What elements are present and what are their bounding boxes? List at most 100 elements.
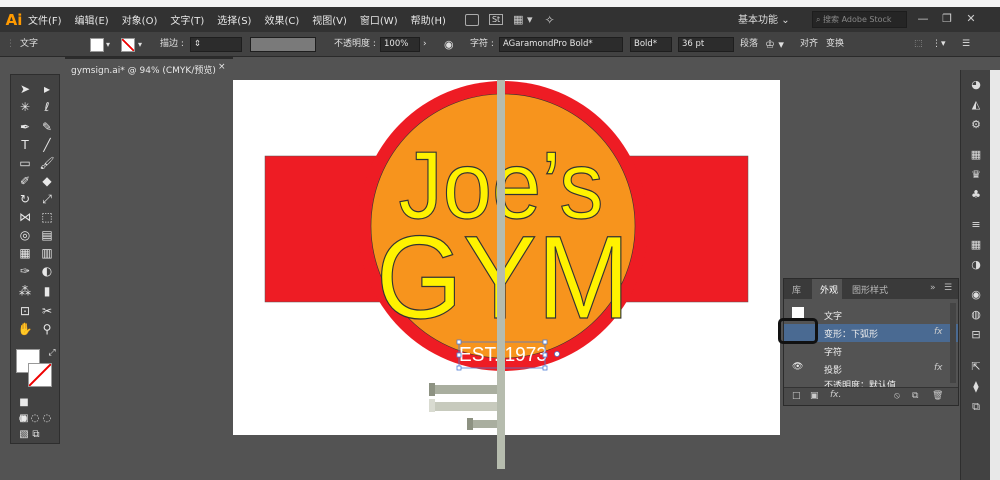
menu-window[interactable]: 窗口(W) — [360, 12, 398, 27]
clear-appearance-icon[interactable]: ⦸ — [894, 391, 900, 401]
sign-pole[interactable] — [497, 80, 505, 469]
restore-icon[interactable]: ❐ — [940, 12, 954, 26]
stock-search-input[interactable]: ⌕ 搜索 Adobe Stock — [812, 11, 907, 28]
align-label[interactable]: 对齐 — [800, 37, 818, 52]
gpu-performance-icon[interactable]: ✧ — [545, 13, 555, 27]
mesh-tool-icon[interactable]: ▦ — [16, 245, 34, 261]
eraser-icon[interactable]: ◆ — [38, 173, 56, 189]
menu-help[interactable]: 帮助(H) — [411, 12, 446, 27]
add-fill-icon[interactable]: ▣ — [810, 391, 819, 401]
shaper-tool-icon[interactable]: ✐ — [16, 173, 34, 189]
artboards-icon[interactable]: ⧉ — [969, 400, 983, 414]
eyedropper-icon[interactable]: ✑ — [16, 263, 34, 279]
sign-board-middle-cap[interactable] — [429, 399, 435, 412]
duplicate-item-icon[interactable]: ⧉ — [912, 391, 918, 401]
stroke-panel-icon[interactable]: ≡ — [969, 218, 983, 232]
transform-label[interactable]: 变换 — [826, 37, 844, 52]
stroke-swatch[interactable] — [121, 38, 135, 52]
gradient-panel-icon[interactable]: ▦ — [969, 238, 983, 252]
tab-graphic-styles[interactable]: 图形样式 — [852, 283, 888, 296]
fx-icon[interactable]: fx — [934, 327, 943, 337]
document-tab[interactable]: gymsign.ai* @ 94% (CMYK/预览) × — [65, 57, 233, 77]
menu-file[interactable]: 文件(F) — [28, 12, 62, 27]
chevron-right-icon[interactable]: › — [423, 37, 427, 52]
panel-menu-icon[interactable]: ☰ — [944, 283, 952, 293]
panel-scrollbar[interactable] — [950, 303, 956, 383]
menu-type[interactable]: 文字(T) — [170, 12, 204, 27]
color-guide-icon[interactable]: ◭ — [969, 98, 983, 112]
transparency-icon[interactable]: ◑ — [969, 258, 983, 272]
menu-effect[interactable]: 效果(C) — [264, 12, 299, 27]
minimize-icon[interactable]: — — [916, 12, 930, 26]
pen-tool-icon[interactable]: ✒ — [16, 119, 34, 135]
chevron-down-icon[interactable]: ▾ — [106, 37, 110, 52]
isolate-icon[interactable]: ⬚ — [914, 37, 923, 52]
sign-board-bottom-cap[interactable] — [467, 418, 473, 430]
layers-icon[interactable]: ⊟ — [969, 328, 983, 342]
stroke-label[interactable]: 描边 : — [160, 37, 184, 52]
scale-tool-icon[interactable]: ⤢ — [38, 191, 56, 207]
bridge-icon[interactable] — [464, 13, 479, 26]
close-tab-icon[interactable]: × — [218, 62, 226, 72]
menu-icon[interactable]: ☰ — [962, 37, 970, 52]
artboard-tool-icon[interactable]: ⊡ — [16, 303, 34, 319]
selection-tool-icon[interactable]: ➤ — [16, 81, 34, 97]
graphic-styles-icon[interactable]: ◍ — [969, 308, 983, 322]
column-graph-icon[interactable]: ▮ — [38, 283, 56, 299]
window-scrollbar[interactable] — [990, 70, 1000, 480]
swap-fill-stroke-icon[interactable]: ⤢ — [43, 345, 61, 361]
add-effect-icon[interactable]: fx. — [830, 390, 841, 400]
paintbrush-icon[interactable]: 🖌 — [38, 155, 56, 171]
menu-view[interactable]: 视图(V) — [312, 12, 347, 27]
puppet-warp-icon[interactable]: ♔ ▾ — [765, 37, 784, 52]
opacity-label[interactable]: 不透明度 : — [334, 37, 376, 52]
perspective-grid-icon[interactable]: ▤ — [38, 227, 56, 243]
rotate-tool-icon[interactable]: ↻ — [16, 191, 34, 207]
artwork-canvas[interactable]: Joe’s GYM EST. 1973 — [233, 80, 780, 472]
hand-tool-icon[interactable]: ✋ — [16, 321, 34, 337]
fx-icon[interactable]: fx — [934, 363, 943, 373]
recolor-icon[interactable]: ⚙ — [969, 118, 983, 132]
symbol-sprayer-icon[interactable]: ⁂ — [16, 283, 34, 299]
appearance-icon[interactable]: ◉ — [969, 288, 983, 302]
delete-item-icon[interactable]: 🗑 — [932, 391, 943, 401]
paragraph-label[interactable]: 段落 — [740, 37, 758, 52]
layers-stack-icon[interactable]: ⧫ — [969, 380, 983, 394]
variable-width-profile[interactable] — [250, 37, 316, 52]
shape-builder-icon[interactable]: ◎ — [16, 227, 34, 243]
menu-select[interactable]: 选择(S) — [217, 12, 251, 27]
slice-tool-icon[interactable]: ✂ — [38, 303, 56, 319]
arrange-documents-icon[interactable]: ▦ ▾ — [513, 13, 532, 26]
swatches-icon[interactable]: ▦ — [969, 148, 983, 162]
character-label[interactable]: 字符 : — [470, 37, 494, 52]
opacity-field[interactable]: 100% — [380, 37, 420, 52]
appearance-row-characters[interactable]: 字符 — [784, 342, 958, 360]
workspace-switcher[interactable]: 基本功能 ⌄ — [738, 11, 802, 28]
recolor-artwork-icon[interactable]: ◉ — [444, 37, 454, 52]
panel-options-icon[interactable]: ⋮▾ — [932, 37, 946, 52]
close-window-icon[interactable]: ✕ — [964, 12, 978, 26]
zoom-tool-icon[interactable]: ⚲ — [38, 321, 56, 337]
fill-swatch[interactable] — [90, 38, 104, 52]
drawing-mode-icon[interactable]: ◍ ◌ ◌ — [15, 411, 55, 427]
chevron-down-icon[interactable]: ▾ — [138, 37, 142, 52]
color-panel-icon[interactable]: ◕ — [969, 78, 983, 92]
add-stroke-icon[interactable]: □ — [792, 391, 801, 401]
screen-mode-icon[interactable]: ⧉ — [27, 427, 45, 443]
blend-tool-icon[interactable]: ◐ — [38, 263, 56, 279]
symbols-icon[interactable]: ♣ — [969, 188, 983, 202]
type-tool-icon[interactable]: T — [16, 137, 34, 153]
appearance-row-opacity[interactable]: 不透明度：默认值 — [784, 378, 958, 387]
font-family-field[interactable]: AGaramondPro Bold* — [499, 37, 623, 52]
magic-wand-icon[interactable]: ✳ — [16, 99, 34, 115]
export-icon[interactable]: ⇱ — [969, 360, 983, 374]
font-size-field[interactable]: 36 pt — [678, 37, 734, 52]
appearance-row-drop-shadow[interactable]: 👁 投影 fx — [784, 360, 958, 378]
gradient-tool-icon[interactable]: ▥ — [38, 245, 56, 261]
curvature-tool-icon[interactable]: ✎ — [38, 119, 56, 135]
stroke-weight-field[interactable]: ⇕ — [190, 37, 242, 52]
lasso-icon[interactable]: ℓ — [38, 99, 56, 115]
color-mode-icon[interactable]: ■ ▣ ▧ — [15, 395, 33, 440]
sign-board-middle[interactable] — [429, 402, 497, 411]
line-tool-icon[interactable]: ╱ — [38, 137, 56, 153]
